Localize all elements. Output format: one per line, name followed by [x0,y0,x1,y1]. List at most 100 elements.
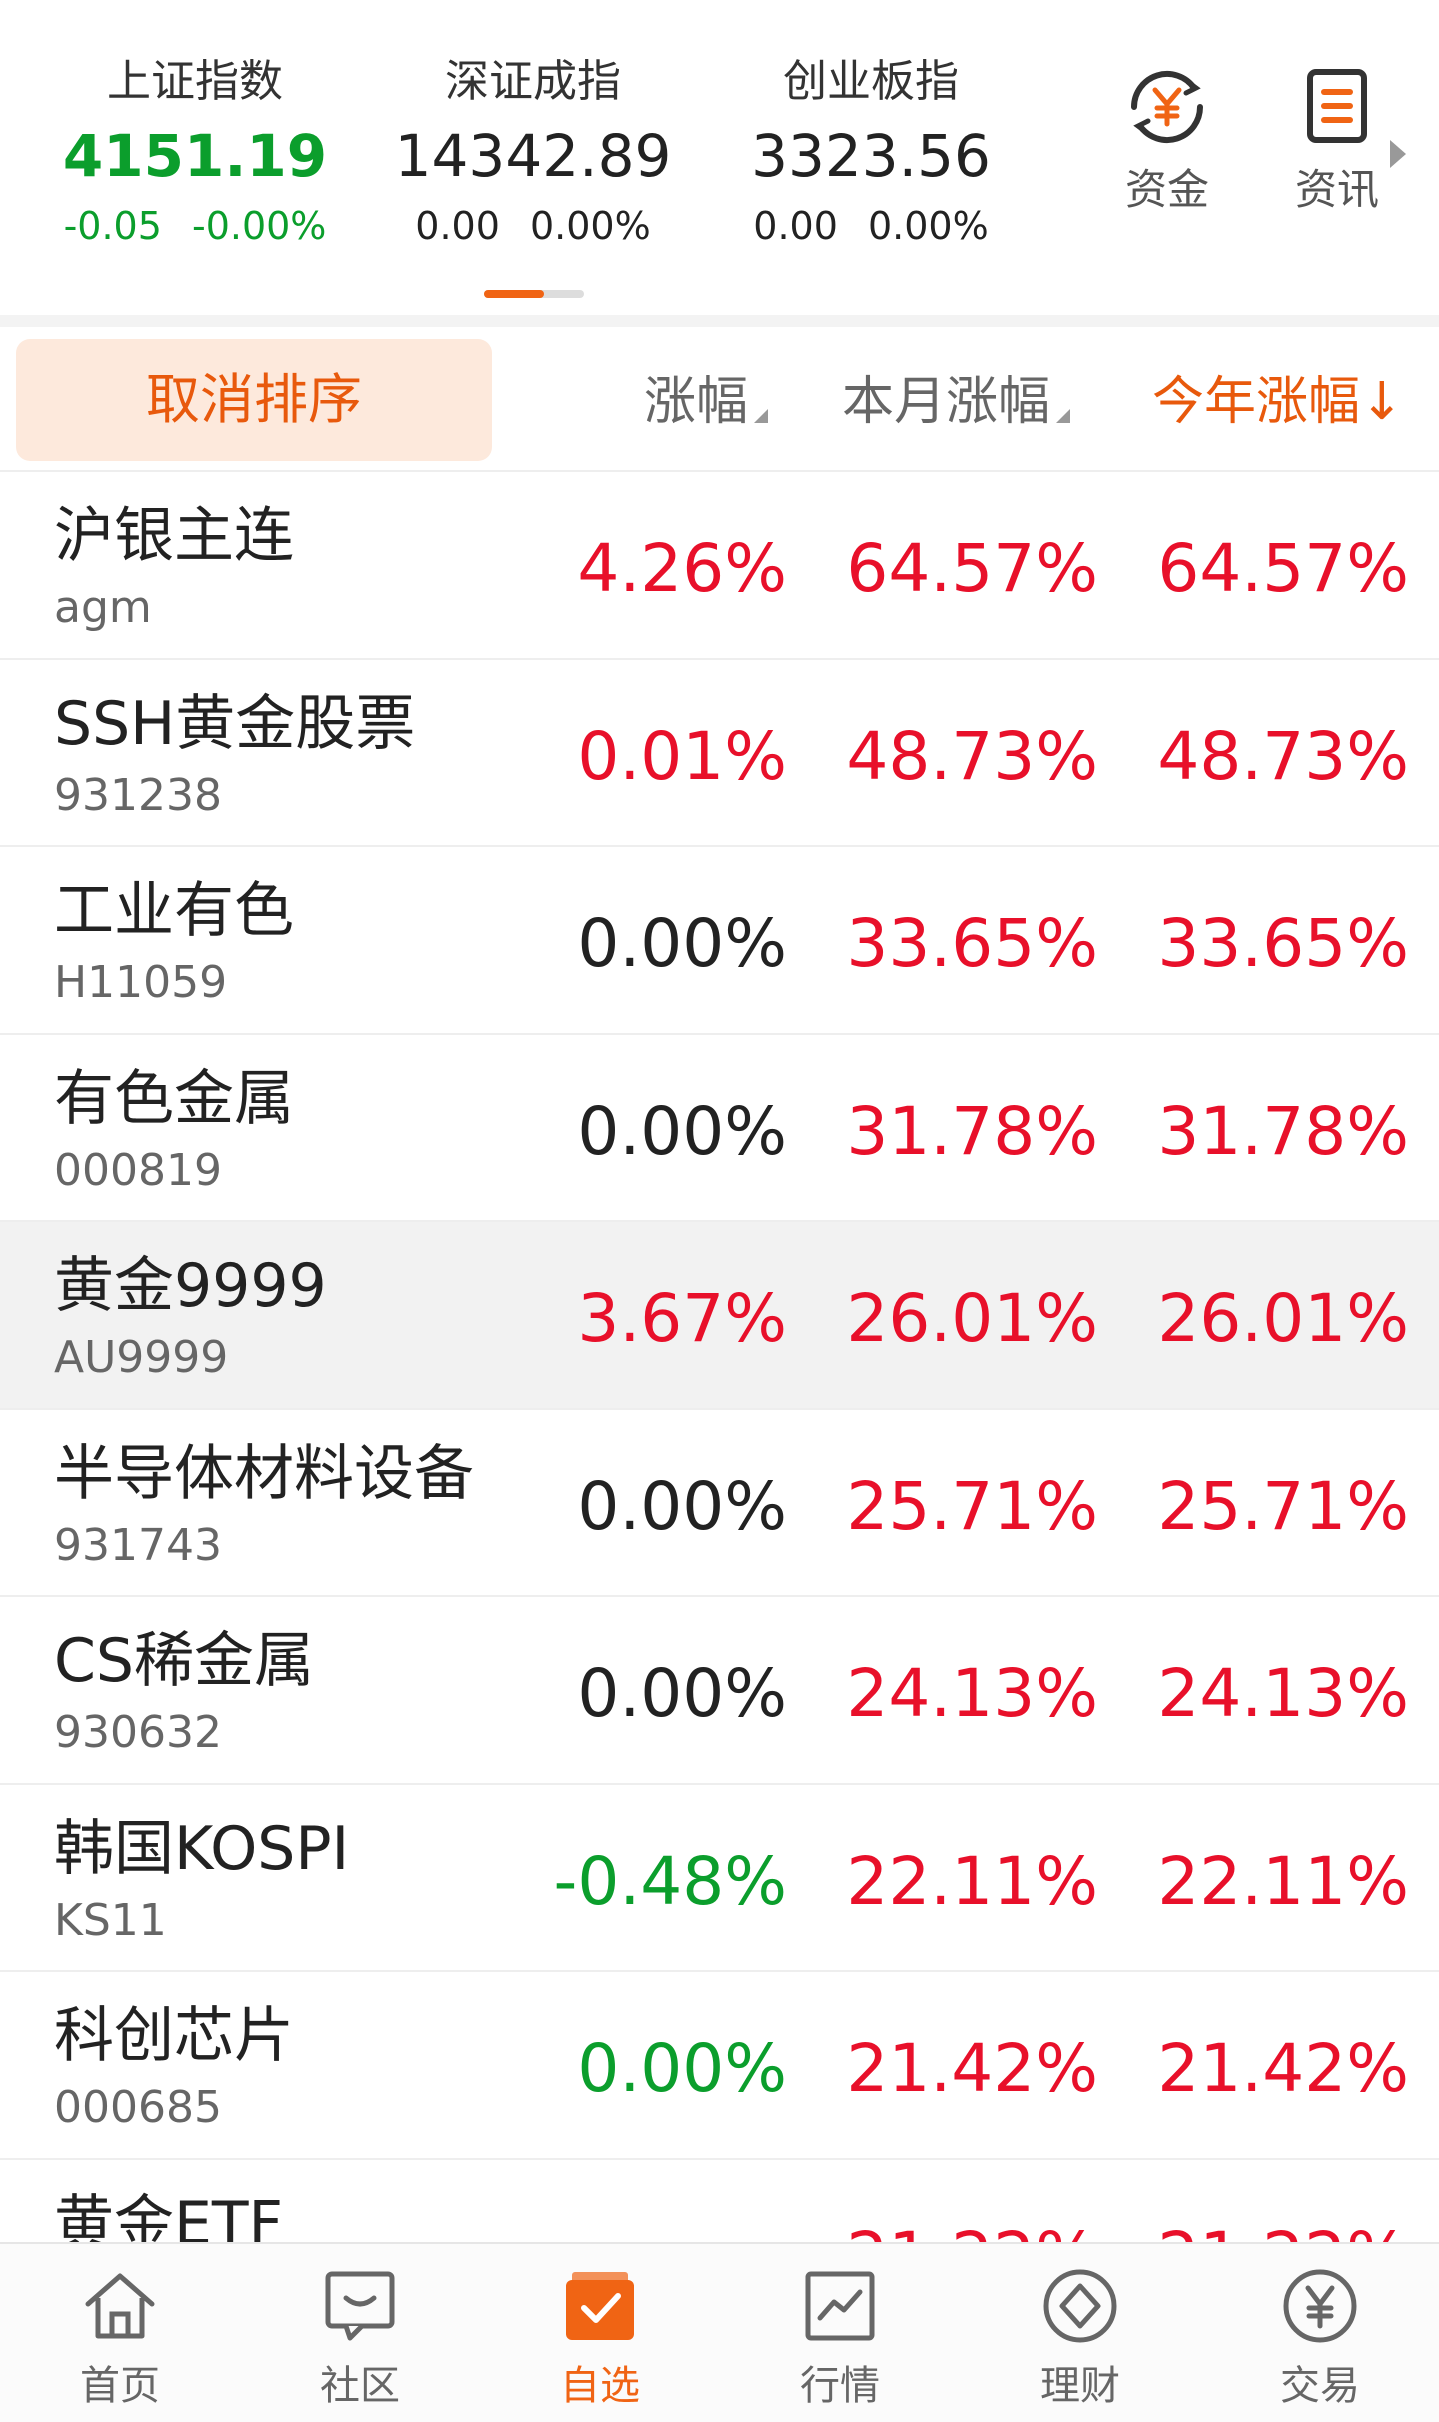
sort-header: 取消排序 涨幅 本月涨幅 今年涨幅↓ [0,327,1439,472]
item-year-change: 33.65% [1157,905,1409,982]
item-name: 韩国KOSPI [54,1813,350,1884]
index-strip: 上证指数 4151.19 -0.05 -0.00% 深证成指 14342.89 … [0,0,1439,315]
item-name: 工业有色 [54,876,294,946]
item-code: 000685 [54,2082,222,2133]
sort-column-year[interactable]: 今年涨幅↓ [1152,367,1404,437]
item-year-change: 31.78% [1157,1092,1409,1170]
item-change: 0.00% [577,1092,787,1170]
index-chinext[interactable]: 创业板指 3323.56 0.00 0.00% [706,52,1036,254]
list-item[interactable]: 沪银主连 agm 4.26% 64.57% 64.57% [0,472,1439,660]
item-code: 000819 [54,1144,222,1196]
sort-column-label: 本月涨幅 [842,372,1051,432]
nav-home[interactable]: 首页 [20,2264,220,2414]
nav-label: 交易 [1280,2363,1360,2409]
index-price: 3323.56 [751,122,991,190]
home-icon [78,2264,162,2348]
item-year-change: 48.73% [1157,717,1409,795]
item-change: 0.00% [577,2030,787,2107]
item-year-change: 24.13% [1157,1655,1409,1732]
item-month-change: 31.78% [846,1092,1098,1170]
item-year-change: 26.01% [1157,1280,1409,1357]
item-change: 0.00% [577,1467,787,1545]
item-name: SSH黄金股票 [54,688,416,759]
list-item[interactable]: SSH黄金股票 931238 0.01% 48.73% 48.73% [0,659,1439,847]
item-code: 930632 [54,1707,222,1758]
index-shanghai[interactable]: 上证指数 4151.19 -0.05 -0.00% [30,52,360,254]
item-code: KS11 [54,1894,167,1946]
item-year-change: 21.42% [1157,2030,1409,2107]
fund-button[interactable]: 资金 [1092,62,1242,220]
sort-column-label: 涨幅 [644,372,749,432]
item-change: 0.00% [577,1655,787,1732]
item-name: CS稀金属 [54,1626,314,1696]
scroll-right-arrow-icon[interactable] [1390,140,1406,168]
page-indicator [484,290,584,298]
item-code: AU9999 [54,1332,229,1383]
cancel-sort-button[interactable]: 取消排序 [16,339,492,461]
list-item[interactable]: 黄金ETF 21.22% 21.22% [0,2159,1439,2243]
nav-watchlist[interactable]: 自选 [500,2264,700,2414]
trade-yuan-icon [1278,2264,1362,2348]
item-change: 0.00% [577,905,787,982]
list-item[interactable]: CS稀金属 930632 0.00% 24.13% 24.13% [0,1597,1439,1785]
item-month-change: 22.11% [846,1842,1098,1920]
item-year-change: 25.71% [1157,1467,1409,1545]
nav-label: 理财 [1040,2363,1120,2409]
item-change: 4.26% [577,530,787,607]
item-month-change: 24.13% [846,1655,1098,1732]
index-name: 上证指数 [107,56,283,107]
page-indicator-active [484,290,544,298]
list-item[interactable]: 有色金属 000819 0.00% 31.78% 31.78% [0,1034,1439,1222]
index-change-value: 0.00 [753,204,838,248]
item-name: 有色金属 [54,1063,294,1134]
fund-yuan-icon [1122,62,1212,152]
nav-label: 行情 [800,2363,880,2409]
item-code: 931743 [54,1519,222,1571]
item-code: agm [54,582,152,633]
list-item[interactable]: 黄金9999 AU9999 3.67% 26.01% 26.01% [0,1222,1439,1410]
item-change: 0.01% [577,717,787,795]
community-chat-icon [318,2264,402,2348]
sort-column-change[interactable]: 涨幅 [644,367,769,437]
list-item[interactable]: 工业有色 H11059 0.00% 33.65% 33.65% [0,847,1439,1035]
sort-column-label: 今年涨幅↓ [1152,372,1404,432]
item-change: -0.48% [553,1842,787,1920]
index-change-pct: 0.00% [867,204,989,248]
index-change: 0.00 0.00% [706,198,1036,254]
item-code: H11059 [54,957,228,1008]
index-name: 创业板指 [783,56,959,107]
nav-label: 首页 [80,2363,160,2409]
item-change: 3.67% [577,1280,787,1357]
index-change: 0.00 0.00% [368,198,698,254]
item-name: 黄金9999 [54,1251,327,1321]
item-year-change: 22.11% [1157,1842,1409,1920]
item-year-change: 21.22% [1157,2214,1409,2243]
index-change-value: 0.00 [415,204,500,248]
wealth-diamond-icon [1038,2264,1122,2348]
index-price: 4151.19 [62,122,328,190]
item-code: 931238 [54,769,222,821]
nav-market[interactable]: 行情 [740,2264,940,2414]
news-label: 资讯 [1294,165,1379,214]
list-item[interactable]: 半导体材料设备 931743 0.00% 25.71% 25.71% [0,1409,1439,1597]
index-price: 14342.89 [394,122,672,190]
watchlist-check-icon [558,2264,642,2348]
bottom-navigation: 首页 社区 自选 行情 理财 交易 [0,2242,1439,2422]
item-name: 科创芯片 [54,2001,294,2071]
sort-column-month[interactable]: 本月涨幅 [842,367,1071,437]
item-month-change: 64.57% [846,530,1098,607]
nav-community[interactable]: 社区 [260,2264,460,2414]
list-item[interactable]: 科创芯片 000685 0.00% 21.42% 21.42% [0,1972,1439,2160]
item-month-change: 48.73% [846,717,1098,795]
index-shenzhen[interactable]: 深证成指 14342.89 0.00 0.00% [368,52,698,254]
nav-wealth[interactable]: 理财 [980,2264,1180,2414]
item-month-change: 26.01% [846,1280,1098,1357]
market-chart-icon [798,2264,882,2348]
list-item[interactable]: 韩国KOSPI KS11 -0.48% 22.11% 22.11% [0,1784,1439,1972]
item-name: 黄金ETF [54,2188,284,2243]
nav-label: 自选 [560,2363,640,2409]
item-name: 半导体材料设备 [54,1438,474,1509]
nav-trade[interactable]: 交易 [1220,2264,1420,2414]
news-document-icon [1292,62,1382,152]
nav-label: 社区 [320,2363,400,2409]
